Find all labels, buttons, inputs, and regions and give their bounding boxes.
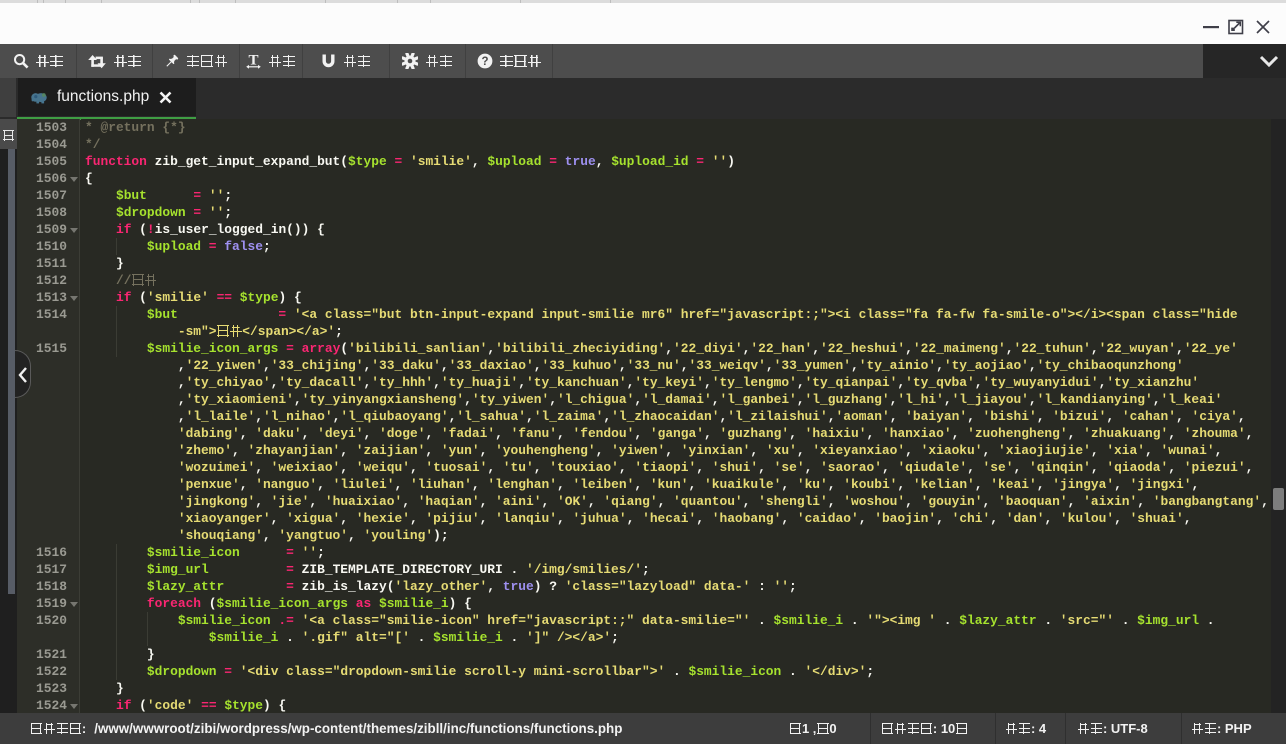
svg-text:?: ? [481, 56, 488, 68]
svg-text:T: T [249, 53, 259, 69]
